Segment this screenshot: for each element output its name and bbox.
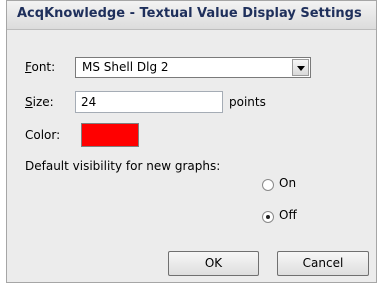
- size-input-value: 24: [81, 95, 97, 109]
- size-label: Size:: [25, 95, 54, 109]
- visibility-off-radio[interactable]: [262, 211, 274, 223]
- settings-dialog: AcqKnowledge - Textual Value Display Set…: [6, 0, 377, 283]
- color-swatch-button[interactable]: [81, 123, 139, 147]
- visibility-label: Default visibility for new graphs:: [25, 159, 221, 173]
- font-select-value: MS Shell Dlg 2: [82, 60, 169, 74]
- title-bar[interactable]: AcqKnowledge - Textual Value Display Set…: [7, 1, 376, 30]
- chevron-down-icon[interactable]: [292, 59, 309, 76]
- size-unit-label: points: [229, 95, 266, 109]
- visibility-off-label[interactable]: Off: [279, 208, 297, 222]
- color-label: Color:: [25, 128, 61, 142]
- visibility-on-label[interactable]: On: [279, 176, 296, 190]
- ok-button[interactable]: OK: [168, 251, 259, 276]
- cancel-button[interactable]: Cancel: [277, 251, 369, 276]
- font-label: Font:: [25, 60, 56, 74]
- font-select[interactable]: MS Shell Dlg 2: [75, 57, 311, 78]
- visibility-on-radio[interactable]: [262, 179, 274, 191]
- dialog-title: AcqKnowledge - Textual Value Display Set…: [17, 6, 362, 21]
- size-input[interactable]: 24: [75, 91, 223, 113]
